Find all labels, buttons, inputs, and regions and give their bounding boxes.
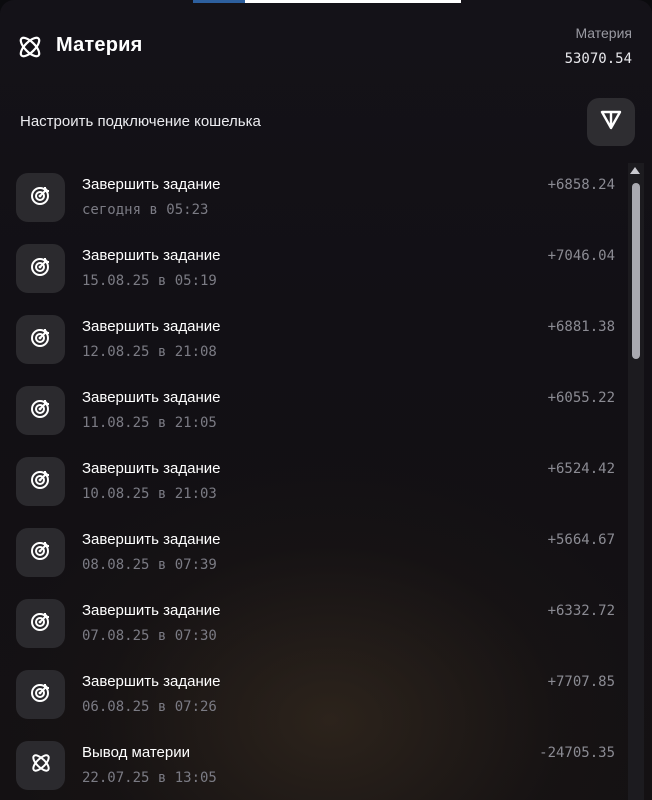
balance-label: Материя <box>575 25 632 41</box>
transaction-item[interactable]: Завершить задание 11.08.25 в 21:05 +6055… <box>0 376 630 447</box>
transaction-title: Вывод материи <box>82 744 190 761</box>
wallet-connect-label[interactable]: Настроить подключение кошелька <box>20 113 261 130</box>
atom-icon <box>16 33 44 61</box>
transaction-amount: +5664.67 <box>547 532 615 548</box>
transaction-date: 06.08.25 в 07:26 <box>82 699 217 715</box>
transaction-item[interactable]: Завершить задание 07.08.25 в 07:30 +6332… <box>0 589 630 660</box>
transaction-icon-tile <box>16 599 65 648</box>
transaction-title: Завершить задание <box>82 318 221 335</box>
transaction-title: Завершить задание <box>82 247 221 264</box>
target-icon <box>30 539 52 566</box>
transaction-icon-tile <box>16 670 65 719</box>
app-title: Материя <box>56 34 143 56</box>
transactions-list[interactable]: Завершить задание сегодня в 05:23 +6858.… <box>0 163 630 800</box>
transaction-amount: +7707.85 <box>547 674 615 690</box>
list-scrollbar[interactable] <box>628 163 644 800</box>
transaction-date: 15.08.25 в 05:19 <box>82 273 217 289</box>
header: Материя Материя 53070.54 <box>0 0 652 95</box>
transaction-amount: -24705.35 <box>539 745 615 761</box>
transaction-title: Завершить задание <box>82 176 221 193</box>
ton-icon <box>599 108 623 137</box>
transaction-date: 12.08.25 в 21:08 <box>82 344 217 360</box>
target-icon <box>30 397 52 424</box>
transaction-amount: +6524.42 <box>547 461 615 477</box>
transaction-icon-tile <box>16 244 65 293</box>
transaction-item[interactable]: Завершить задание сегодня в 05:23 +6858.… <box>0 163 630 234</box>
transaction-icon-tile <box>16 741 65 790</box>
transaction-item[interactable]: Вывод материи 22.07.25 в 13:05 -24705.35 <box>0 731 630 800</box>
target-icon <box>30 184 52 211</box>
transaction-title: Завершить задание <box>82 602 221 619</box>
transaction-icon-tile <box>16 315 65 364</box>
transaction-title: Завершить задание <box>82 389 221 406</box>
transaction-item[interactable]: Завершить задание 15.08.25 в 05:19 +7046… <box>0 234 630 305</box>
transaction-date: сегодня в 05:23 <box>82 202 209 218</box>
transaction-icon-tile <box>16 528 65 577</box>
transaction-item[interactable]: Завершить задание 08.08.25 в 07:39 +5664… <box>0 518 630 589</box>
transaction-title: Завершить задание <box>82 531 221 548</box>
target-icon <box>30 468 52 495</box>
transaction-item[interactable]: Завершить задание 06.08.25 в 07:26 +7707… <box>0 660 630 731</box>
transaction-amount: +7046.04 <box>547 248 615 264</box>
transaction-item[interactable]: Завершить задание 12.08.25 в 21:08 +6881… <box>0 305 630 376</box>
transaction-icon-tile <box>16 457 65 506</box>
wallet-panel: Материя Материя 53070.54 Настроить подкл… <box>0 0 652 800</box>
transaction-date: 07.08.25 в 07:30 <box>82 628 217 644</box>
target-icon <box>30 610 52 637</box>
transaction-date: 11.08.25 в 21:05 <box>82 415 217 431</box>
wallet-connect-button[interactable] <box>587 98 635 146</box>
transaction-item[interactable]: Завершить задание 10.08.25 в 21:03 +6524… <box>0 447 630 518</box>
target-icon <box>30 681 52 708</box>
wallet-connect-row[interactable]: Настроить подключение кошелька <box>0 96 652 148</box>
balance-value: 53070.54 <box>564 51 632 67</box>
transaction-amount: +6881.38 <box>547 319 615 335</box>
atom-icon <box>29 751 53 780</box>
transaction-icon-tile <box>16 173 65 222</box>
transaction-date: 08.08.25 в 07:39 <box>82 557 217 573</box>
transaction-date: 10.08.25 в 21:03 <box>82 486 217 502</box>
scroll-up-arrow-icon[interactable] <box>630 167 640 174</box>
transaction-amount: +6858.24 <box>547 177 615 193</box>
transaction-title: Завершить задание <box>82 460 221 477</box>
transaction-title: Завершить задание <box>82 673 221 690</box>
transaction-amount: +6332.72 <box>547 603 615 619</box>
transaction-date: 22.07.25 в 13:05 <box>82 770 217 786</box>
transaction-amount: +6055.22 <box>547 390 615 406</box>
scrollbar-thumb[interactable] <box>632 183 640 359</box>
target-icon <box>30 326 52 353</box>
transaction-icon-tile <box>16 386 65 435</box>
target-icon <box>30 255 52 282</box>
